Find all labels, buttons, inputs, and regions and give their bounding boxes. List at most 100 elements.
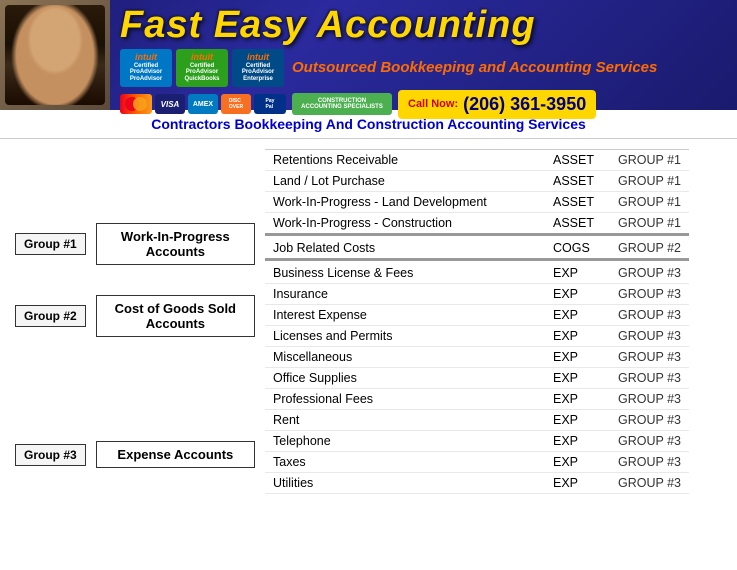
account-type: EXP <box>545 452 610 473</box>
account-name: Telephone <box>265 431 545 452</box>
group-row-3: Group #3 Expense Accounts <box>15 437 255 472</box>
account-group: GROUP #3 <box>610 260 689 284</box>
account-name: Office Supplies <box>265 368 545 389</box>
spacer-3 <box>15 341 255 437</box>
account-type: EXP <box>545 260 610 284</box>
header-content: Fast Easy Accounting intuit CertifiedPro… <box>110 0 737 110</box>
table-row: RentEXPGROUP #3 <box>265 410 689 431</box>
account-type: EXP <box>545 473 610 494</box>
intuit-logo-2: intuit <box>191 53 213 63</box>
intuit-badge-1: intuit CertifiedProAdvisorProAdvisor <box>120 49 172 87</box>
table-row: Work-In-Progress - Land DevelopmentASSET… <box>265 192 689 213</box>
header-bottom: VISA AMEX DISCOVER PayPal CONSTRUCTIONAC… <box>120 90 727 119</box>
group-2-name: Cost of Goods Sold Accounts <box>96 295 255 337</box>
mastercard-badge <box>120 94 152 114</box>
account-type: EXP <box>545 410 610 431</box>
amex-badge: AMEX <box>188 94 218 114</box>
main-content: Group #1 Work-In-Progress Accounts Group… <box>0 139 737 504</box>
table-row: UtilitiesEXPGROUP #3 <box>265 473 689 494</box>
intuit-badge-3: intuit CertifiedProAdvisorEnterprise <box>232 49 284 87</box>
account-name: Business License & Fees <box>265 260 545 284</box>
account-name: Miscellaneous <box>265 347 545 368</box>
account-name: Land / Lot Purchase <box>265 171 545 192</box>
account-name: Insurance <box>265 284 545 305</box>
intuit-badge-2: intuit CertifiedProAdvisorQuickBooks <box>176 49 228 87</box>
table-row: TelephoneEXPGROUP #3 <box>265 431 689 452</box>
account-group: GROUP #3 <box>610 326 689 347</box>
account-type: EXP <box>545 284 610 305</box>
intuit-logo-3: intuit <box>247 53 269 63</box>
table-row: Job Related CostsCOGSGROUP #2 <box>265 235 689 260</box>
table-row: InsuranceEXPGROUP #3 <box>265 284 689 305</box>
account-group: GROUP #2 <box>610 235 689 260</box>
account-name: Job Related Costs <box>265 235 545 260</box>
spacer-1 <box>15 149 255 219</box>
groups-panel: Group #1 Work-In-Progress Accounts Group… <box>15 149 255 494</box>
account-type: EXP <box>545 326 610 347</box>
account-group: GROUP #1 <box>610 213 689 235</box>
accounts-panel: Retentions ReceivableASSETGROUP #1Land /… <box>265 149 722 494</box>
table-row: Professional FeesEXPGROUP #3 <box>265 389 689 410</box>
account-group: GROUP #1 <box>610 150 689 171</box>
page-header: Fast Easy Accounting intuit CertifiedPro… <box>0 0 737 110</box>
table-row: Licenses and PermitsEXPGROUP #3 <box>265 326 689 347</box>
account-name: Professional Fees <box>265 389 545 410</box>
account-type: EXP <box>545 389 610 410</box>
company-photo <box>0 0 110 110</box>
account-group: GROUP #3 <box>610 284 689 305</box>
account-group: GROUP #3 <box>610 410 689 431</box>
badge-certified-3: CertifiedProAdvisorEnterprise <box>242 63 274 83</box>
account-type: ASSET <box>545 213 610 235</box>
table-row: Office SuppliesEXPGROUP #3 <box>265 368 689 389</box>
account-type: EXP <box>545 431 610 452</box>
account-name: Work-In-Progress - Land Development <box>265 192 545 213</box>
call-number: (206) 361-3950 <box>463 94 586 115</box>
account-name: Rent <box>265 410 545 431</box>
face <box>5 5 105 105</box>
accounts-table: Retentions ReceivableASSETGROUP #1Land /… <box>265 149 689 494</box>
call-section: Call Now: (206) 361-3950 <box>398 90 596 119</box>
group-3-name: Expense Accounts <box>96 441 255 468</box>
account-type: EXP <box>545 305 610 326</box>
table-row: MiscellaneousEXPGROUP #3 <box>265 347 689 368</box>
account-name: Interest Expense <box>265 305 545 326</box>
account-group: GROUP #1 <box>610 192 689 213</box>
intuit-badges: intuit CertifiedProAdvisorProAdvisor int… <box>120 49 284 87</box>
outsourced-text: Outsourced Bookkeeping and Accounting Se… <box>292 59 657 76</box>
account-name: Taxes <box>265 452 545 473</box>
account-group: GROUP #3 <box>610 368 689 389</box>
account-type: EXP <box>545 347 610 368</box>
visa-badge: VISA <box>155 94 185 114</box>
intuit-logo-1: intuit <box>135 53 157 63</box>
account-name: Retentions Receivable <box>265 150 545 171</box>
account-type: COGS <box>545 235 610 260</box>
badge-certified-2: CertifiedProAdvisorQuickBooks <box>184 63 219 83</box>
discover-badge: DISCOVER <box>221 94 251 114</box>
account-group: GROUP #3 <box>610 347 689 368</box>
group-row-2: Group #2 Cost of Goods Sold Accounts <box>15 291 255 341</box>
payment-badges: VISA AMEX DISCOVER PayPal <box>120 94 286 114</box>
account-type: EXP <box>545 368 610 389</box>
account-type: ASSET <box>545 150 610 171</box>
group-1-name: Work-In-Progress Accounts <box>96 223 255 265</box>
person-photo <box>5 5 105 105</box>
account-group: GROUP #3 <box>610 473 689 494</box>
call-now-label: Call Now: <box>408 98 458 110</box>
table-row: Work-In-Progress - ConstructionASSETGROU… <box>265 213 689 235</box>
group-3-label: Group #3 <box>15 444 86 466</box>
account-group: GROUP #1 <box>610 171 689 192</box>
train-logo: CONSTRUCTIONACCOUNTING SPECIALISTS <box>292 93 392 115</box>
account-group: GROUP #3 <box>610 431 689 452</box>
badge-certified-1: CertifiedProAdvisorProAdvisor <box>130 63 162 83</box>
table-row: Business License & FeesEXPGROUP #3 <box>265 260 689 284</box>
group-1-label: Group #1 <box>15 233 86 255</box>
account-name: Licenses and Permits <box>265 326 545 347</box>
group-row-1: Group #1 Work-In-Progress Accounts <box>15 219 255 269</box>
account-group: GROUP #3 <box>610 452 689 473</box>
account-type: ASSET <box>545 171 610 192</box>
account-name: Work-In-Progress - Construction <box>265 213 545 235</box>
table-row: TaxesEXPGROUP #3 <box>265 452 689 473</box>
account-group: GROUP #3 <box>610 305 689 326</box>
group-2-label: Group #2 <box>15 305 86 327</box>
header-middle: intuit CertifiedProAdvisorProAdvisor int… <box>120 49 727 87</box>
